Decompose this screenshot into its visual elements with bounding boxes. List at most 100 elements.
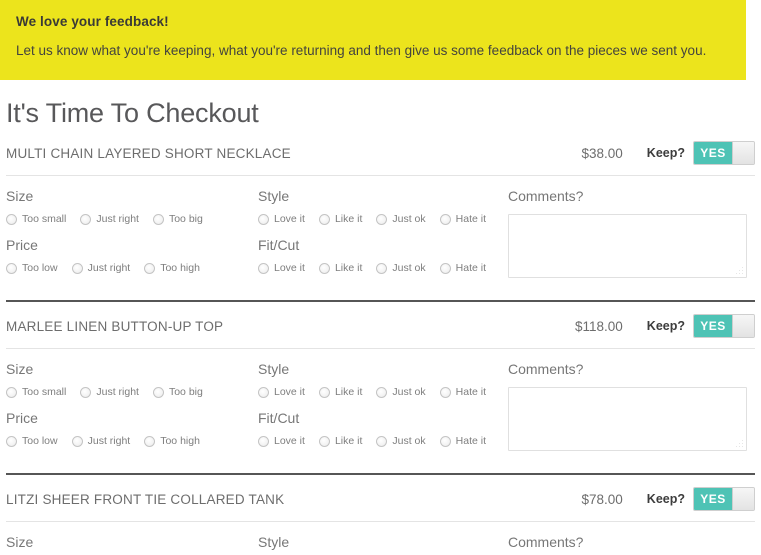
fit-cut-option-love-it[interactable]: Love it [258, 262, 305, 274]
radio-icon[interactable] [376, 213, 388, 225]
style-radio-group: Love it Like it Just ok Hate it [258, 386, 508, 398]
radio-icon[interactable] [152, 213, 164, 225]
resize-grip-icon[interactable] [734, 438, 743, 447]
style-option-love-it[interactable]: Love it [258, 213, 305, 225]
style-option-like-it[interactable]: Like it [318, 386, 362, 398]
fit-cut-option-hate-it[interactable]: Hate it [439, 262, 486, 274]
price-option-just-right[interactable]: Just right [71, 262, 130, 274]
radio-icon[interactable] [318, 262, 330, 274]
radio-icon[interactable] [80, 386, 92, 398]
keep-toggle-handle[interactable] [732, 315, 754, 337]
feedback-form: Size Too small Just right Too big [6, 522, 755, 555]
radio-icon[interactable] [439, 213, 451, 225]
radio-icon[interactable] [376, 435, 388, 447]
fit-cut-field: Fit/Cut Love it Like it Just ok Hate it [258, 237, 508, 274]
radio-icon[interactable] [144, 262, 156, 274]
radio-icon[interactable] [258, 213, 269, 225]
radio-label: Hate it [455, 435, 486, 447]
style-radio-group: Love it Like it Just ok Hate it [258, 213, 508, 225]
fit-cut-radio-group: Love it Like it Just ok Hate it [258, 262, 508, 274]
radio-icon[interactable] [71, 262, 83, 274]
style-label: Style [258, 188, 290, 204]
radio-label: Too big [168, 386, 203, 398]
style-option-hate-it[interactable]: Hate it [439, 213, 486, 225]
fit-cut-option-like-it[interactable]: Like it [318, 262, 363, 274]
price-label: Price [6, 410, 38, 426]
price-option-just-right[interactable]: Just right [71, 435, 131, 447]
comments-label: Comments? [508, 188, 584, 204]
radio-icon[interactable] [318, 213, 330, 225]
comments-textarea[interactable] [508, 387, 747, 451]
radio-label: Too big [168, 213, 203, 225]
radio-icon[interactable] [258, 435, 269, 447]
radio-label: Just right [87, 435, 131, 447]
fit-cut-option-just-ok[interactable]: Just ok [376, 262, 426, 274]
radio-label: Just right [96, 386, 139, 398]
size-radio-group: Too small Just right Too big [6, 213, 258, 225]
style-option-like-it[interactable]: Like it [318, 213, 362, 225]
radio-icon[interactable] [6, 386, 17, 398]
radio-icon[interactable] [376, 386, 388, 398]
keep-toggle[interactable]: YES [693, 314, 755, 338]
comments-label: Comments? [508, 534, 584, 550]
keep-toggle[interactable]: YES [693, 141, 755, 165]
keep-toggle[interactable]: YES [693, 487, 755, 511]
comments-textarea[interactable] [508, 214, 747, 278]
radio-icon[interactable] [439, 262, 451, 274]
fit-cut-radio-group: Love it Like it Just ok Hate it [258, 435, 508, 447]
radio-icon[interactable] [80, 213, 92, 225]
radio-icon[interactable] [144, 435, 156, 447]
style-option-hate-it[interactable]: Hate it [439, 386, 486, 398]
size-option-too-big[interactable]: Too big [152, 386, 203, 398]
keep-toggle-handle[interactable] [732, 142, 754, 164]
fit-cut-option-hate-it[interactable]: Hate it [439, 435, 486, 447]
style-field: Style Love it Like it Just ok [258, 188, 508, 225]
size-option-too-small[interactable]: Too small [6, 213, 66, 225]
style-option-just-ok[interactable]: Just ok [376, 213, 426, 225]
size-option-just-right[interactable]: Just right [80, 213, 139, 225]
price-option-too-low[interactable]: Too low [6, 262, 58, 274]
keep-label: Keep? [646, 492, 685, 506]
size-option-too-big[interactable]: Too big [152, 213, 203, 225]
radio-icon[interactable] [71, 435, 83, 447]
radio-icon[interactable] [318, 435, 330, 447]
radio-label: Love it [274, 435, 305, 447]
radio-label: Hate it [455, 262, 486, 274]
fit-cut-label: Fit/Cut [258, 410, 300, 426]
keep-toggle-value: YES [694, 142, 732, 164]
price-option-too-high[interactable]: Too high [144, 435, 200, 447]
size-option-too-small[interactable]: Too small [6, 386, 66, 398]
product-header: MULTI CHAIN LAYERED SHORT NECKLACE $38.0… [6, 129, 755, 175]
fit-cut-option-just-ok[interactable]: Just ok [376, 435, 426, 447]
radio-label: Too high [160, 262, 200, 274]
radio-icon[interactable] [6, 262, 17, 274]
comments-label: Comments? [508, 361, 584, 377]
radio-icon[interactable] [439, 435, 451, 447]
radio-icon[interactable] [6, 435, 17, 447]
resize-grip-icon[interactable] [734, 265, 743, 274]
fit-cut-option-love-it[interactable]: Love it [258, 435, 305, 447]
radio-icon[interactable] [152, 386, 164, 398]
product-price: $38.00 [581, 145, 623, 161]
radio-icon[interactable] [318, 386, 330, 398]
radio-icon[interactable] [439, 386, 451, 398]
radio-label: Like it [334, 262, 363, 274]
keep-toggle-handle[interactable] [732, 488, 754, 510]
size-option-just-right[interactable]: Just right [80, 386, 139, 398]
price-option-too-high[interactable]: Too high [144, 262, 200, 274]
radio-icon[interactable] [258, 386, 269, 398]
radio-icon[interactable] [6, 213, 17, 225]
style-option-just-ok[interactable]: Just ok [376, 386, 426, 398]
page-title: It's Time To Checkout [6, 98, 259, 128]
style-label: Style [258, 361, 290, 377]
fit-cut-option-like-it[interactable]: Like it [318, 435, 362, 447]
product-name: MULTI CHAIN LAYERED SHORT NECKLACE [6, 145, 291, 161]
radio-icon[interactable] [258, 262, 269, 274]
comments-column: Comments? [508, 361, 755, 459]
style-option-love-it[interactable]: Love it [258, 386, 305, 398]
price-option-too-low[interactable]: Too low [6, 435, 58, 447]
fit-cut-label: Fit/Cut [258, 237, 300, 253]
radio-icon[interactable] [376, 262, 388, 274]
size-label: Size [6, 361, 34, 377]
radio-label: Love it [274, 262, 305, 274]
